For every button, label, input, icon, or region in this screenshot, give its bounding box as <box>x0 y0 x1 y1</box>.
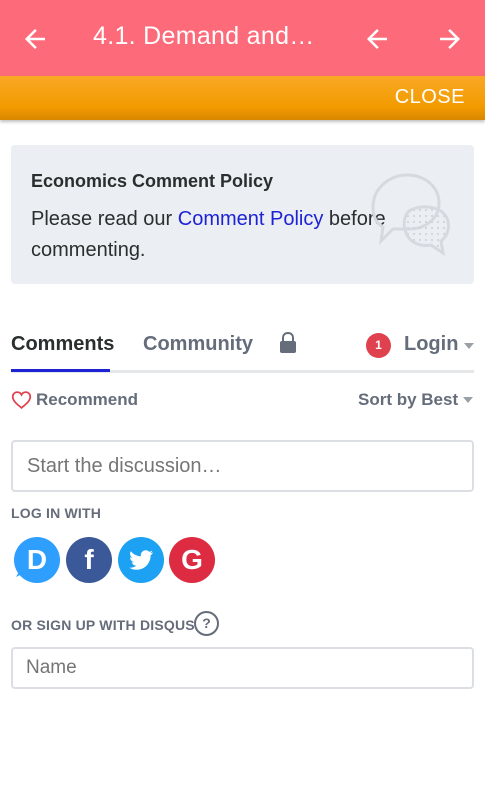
facebook-login-button[interactable]: f <box>66 537 112 583</box>
sign-up-label: OR SIGN UP WITH DISQUS <box>11 617 195 633</box>
back-arrow-icon[interactable] <box>20 24 50 54</box>
comment-policy-box: Economics Comment Policy Please read our… <box>11 145 474 284</box>
tab-community[interactable]: Community <box>143 333 253 356</box>
google-login-button[interactable]: G <box>169 537 215 583</box>
sort-caret-icon[interactable] <box>463 397 473 403</box>
login-button[interactable]: Login <box>404 333 458 356</box>
twitter-login-button[interactable] <box>118 537 164 583</box>
chat-bubbles-icon <box>371 173 450 257</box>
disqus-glyph: D <box>26 544 48 575</box>
page-title: 4.1. Demand and S… <box>93 22 315 50</box>
google-icon: G <box>181 544 203 575</box>
lock-icon[interactable] <box>279 332 297 354</box>
twitter-icon <box>129 550 153 570</box>
close-button[interactable]: CLOSE <box>395 86 465 109</box>
policy-title: Economics Comment Policy <box>31 171 274 191</box>
help-icon[interactable]: ? <box>194 611 219 636</box>
app-bar: 4.1. Demand and S… <box>0 0 485 76</box>
sort-dropdown[interactable]: Sort by Best <box>358 390 458 410</box>
previous-arrow-icon[interactable] <box>362 24 392 54</box>
heart-icon <box>11 391 32 410</box>
login-caret-icon[interactable] <box>464 343 474 349</box>
log-in-with-label: LOG IN WITH <box>11 505 102 521</box>
disqus-login-button[interactable]: D <box>14 537 60 583</box>
name-field[interactable] <box>11 647 474 689</box>
recommend-button[interactable]: Recommend <box>11 390 138 410</box>
recommend-label: Recommend <box>36 390 139 409</box>
notification-badge[interactable]: 1 <box>366 333 391 358</box>
policy-text-before: Please read our <box>31 208 178 230</box>
next-arrow-icon[interactable] <box>435 24 465 54</box>
discussion-input[interactable] <box>11 440 474 492</box>
comment-policy-link[interactable]: Comment Policy <box>178 208 324 230</box>
close-bar: CLOSE <box>0 76 485 120</box>
facebook-icon: f <box>84 544 94 575</box>
comment-tabs: Comments Community 1 Login <box>11 325 474 373</box>
tab-comments[interactable]: Comments <box>11 333 114 372</box>
